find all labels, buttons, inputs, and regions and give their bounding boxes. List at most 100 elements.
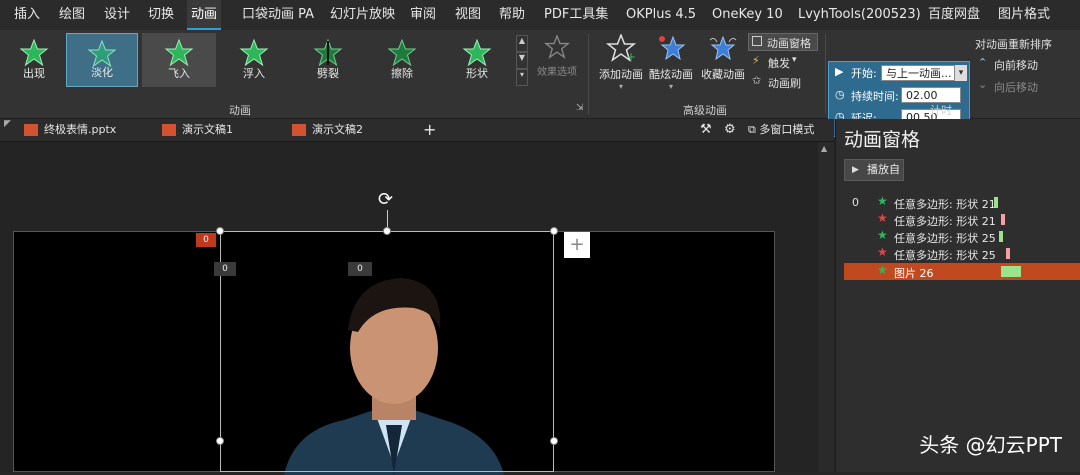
windows-icon: ⧉: [748, 123, 756, 136]
animation-tag[interactable]: 0: [348, 262, 372, 276]
animation-list-item-selected[interactable]: ★ 图片 26: [844, 263, 1080, 280]
rotate-handle-icon[interactable]: ⟳: [378, 189, 393, 210]
slide[interactable]: 0 0 0: [13, 227, 775, 475]
menu-baidu-pan[interactable]: 百度网盘: [928, 0, 980, 30]
play-icon: ▶: [852, 165, 859, 175]
chevron-down-icon[interactable]: ▼: [516, 52, 528, 69]
move-later-button[interactable]: ⌄ 向后移动: [978, 78, 1068, 94]
menu-draw[interactable]: 绘图: [59, 0, 85, 30]
animation-pane-button[interactable]: 动画窗格: [748, 33, 818, 51]
animation-item-label: 任意多边形: 形状 25: [894, 232, 996, 245]
star-icon: [313, 38, 343, 67]
animation-list-item[interactable]: ★ 任意多边形: 形状 21: [844, 194, 1080, 211]
cool-animation-button[interactable]: 酷炫动画 ▾: [648, 34, 694, 92]
tab-doc-label: 终极表情.pptx: [44, 123, 117, 136]
add-animation-button[interactable]: + 添加动画 ▾: [596, 32, 646, 92]
star-gear-icon: [544, 34, 570, 59]
favorite-animation-button[interactable]: 收藏动画: [700, 34, 746, 92]
menu-slideshow[interactable]: 幻灯片放映: [330, 0, 395, 30]
animation-item-label: 任意多边形: 形状 21: [894, 198, 996, 211]
anim-label: 淡化: [91, 66, 113, 79]
animation-list-item[interactable]: ★ 任意多边形: 形状 25: [844, 228, 1080, 245]
timeline-bar[interactable]: [1001, 214, 1005, 225]
ribbon: 出现 淡化 飞入 浮入 劈裂 擦除 形状 ▲ ▼ ▾ 效果选项 动画 ⇲ + 添…: [0, 30, 1080, 137]
chevron-down-icon: ▾: [668, 82, 673, 91]
menu-design[interactable]: 设计: [104, 0, 130, 30]
chevron-down-icon[interactable]: ▾: [955, 65, 967, 81]
tab-doc-1[interactable]: 终极表情.pptx: [24, 119, 116, 141]
selection-box[interactable]: [220, 231, 554, 472]
chevron-down-icon: ▾: [618, 82, 623, 91]
menu-okplus[interactable]: OKPlus 4.5: [626, 0, 696, 30]
chevron-up-icon[interactable]: ▲: [516, 35, 528, 52]
menu-help[interactable]: 帮助: [499, 0, 525, 30]
gear-icon[interactable]: ⚙: [724, 119, 736, 141]
menu-picture-format[interactable]: 图片格式: [998, 0, 1050, 30]
resize-handle[interactable]: [383, 227, 391, 235]
resize-handle[interactable]: [550, 437, 558, 445]
group-label-advanced: 高级动画: [683, 104, 727, 117]
gallery-scroll[interactable]: ▲ ▼ ▾: [516, 35, 528, 87]
entrance-star-icon: ★: [877, 263, 888, 277]
resize-handle[interactable]: [216, 227, 224, 235]
tools-icon[interactable]: ⚒: [700, 119, 712, 141]
timeline-bar[interactable]: [1006, 248, 1010, 259]
star-icon: [19, 38, 49, 67]
tab-scroll-icon[interactable]: ◤: [4, 119, 11, 129]
animation-list-item[interactable]: ★ 任意多边形: 形状 21: [844, 211, 1080, 228]
menu-pocket-animation[interactable]: 口袋动画 PA: [242, 0, 314, 30]
animation-tag[interactable]: 0: [214, 262, 236, 276]
menu-pdf-tools[interactable]: PDF工具集: [544, 0, 608, 30]
anim-appear-button[interactable]: 出现: [2, 33, 66, 87]
anim-shape-button[interactable]: 形状: [445, 33, 509, 87]
pptx-file-icon: [24, 124, 38, 136]
quick-add-button[interactable]: +: [564, 232, 590, 258]
animation-item-label: 任意多边形: 形状 21: [894, 215, 996, 228]
timeline-bar[interactable]: [999, 231, 1003, 242]
tab-doc-2[interactable]: 演示文稿1: [162, 119, 233, 141]
clock-icon: ◷: [835, 88, 845, 101]
star-wings-icon: [709, 35, 737, 61]
star-icon: [239, 38, 269, 67]
effect-options-button[interactable]: 效果选项: [536, 34, 578, 95]
resize-handle[interactable]: [550, 227, 558, 235]
menu-animations[interactable]: 动画: [187, 0, 222, 30]
menu-transitions[interactable]: 切换: [148, 0, 174, 30]
anim-wipe-button[interactable]: 擦除: [370, 33, 434, 87]
anim-fly-in-button[interactable]: 飞入: [142, 33, 216, 87]
move-earlier-label: 向前移动: [994, 59, 1038, 72]
move-earlier-button[interactable]: ⌃ 向前移动: [978, 56, 1068, 72]
move-later-label: 向后移动: [994, 81, 1038, 94]
resize-handle[interactable]: [216, 437, 224, 445]
menu-onekey[interactable]: OneKey 10: [712, 0, 783, 30]
chevron-up-icon[interactable]: ▲: [821, 144, 827, 153]
anim-fade-button[interactable]: 淡化: [66, 33, 138, 87]
multi-window-button[interactable]: ⧉ 多窗口模式: [748, 119, 814, 141]
gallery-more-icon[interactable]: ▾: [516, 69, 528, 86]
start-select[interactable]: 与上一动画...: [881, 65, 955, 81]
tab-doc-3[interactable]: 演示文稿2: [292, 119, 363, 141]
anim-label: 形状: [466, 67, 488, 80]
play-from-button[interactable]: ▶ 播放自: [844, 159, 904, 181]
trigger-button[interactable]: ⚡ 触发 ▾: [752, 54, 812, 70]
menu-insert[interactable]: 插入: [14, 0, 40, 30]
timeline-bar[interactable]: [1001, 266, 1021, 277]
play-triangle-icon: ▶: [835, 65, 844, 78]
menu-review[interactable]: 审阅: [410, 0, 436, 30]
pptx-file-icon: [162, 124, 176, 136]
star-icon: [164, 38, 194, 67]
new-tab-button[interactable]: +: [423, 119, 436, 141]
timeline-bar[interactable]: [994, 197, 998, 208]
animation-pane: 动画窗格 ▶ 播放自 0 ★ 任意多边形: 形状 21 ★ 任意多边形: 形状 …: [835, 119, 1080, 472]
vertical-scrollbar[interactable]: ▲: [818, 142, 834, 472]
animation-tag[interactable]: 0: [196, 233, 216, 247]
dialog-launcher-icon[interactable]: ⇲: [576, 103, 584, 113]
anim-float-in-button[interactable]: 浮入: [222, 33, 286, 87]
menu-view[interactable]: 视图: [455, 0, 481, 30]
menu-lvyhtools[interactable]: LvyhTools(200523): [798, 0, 921, 30]
duration-input[interactable]: 02.00: [901, 87, 961, 103]
divider: [825, 34, 826, 114]
anim-split-button[interactable]: 劈裂: [296, 33, 360, 87]
animation-list-item[interactable]: ★ 任意多边形: 形状 25: [844, 245, 1080, 262]
animation-painter-button[interactable]: ✩ 动画刷: [752, 74, 812, 90]
